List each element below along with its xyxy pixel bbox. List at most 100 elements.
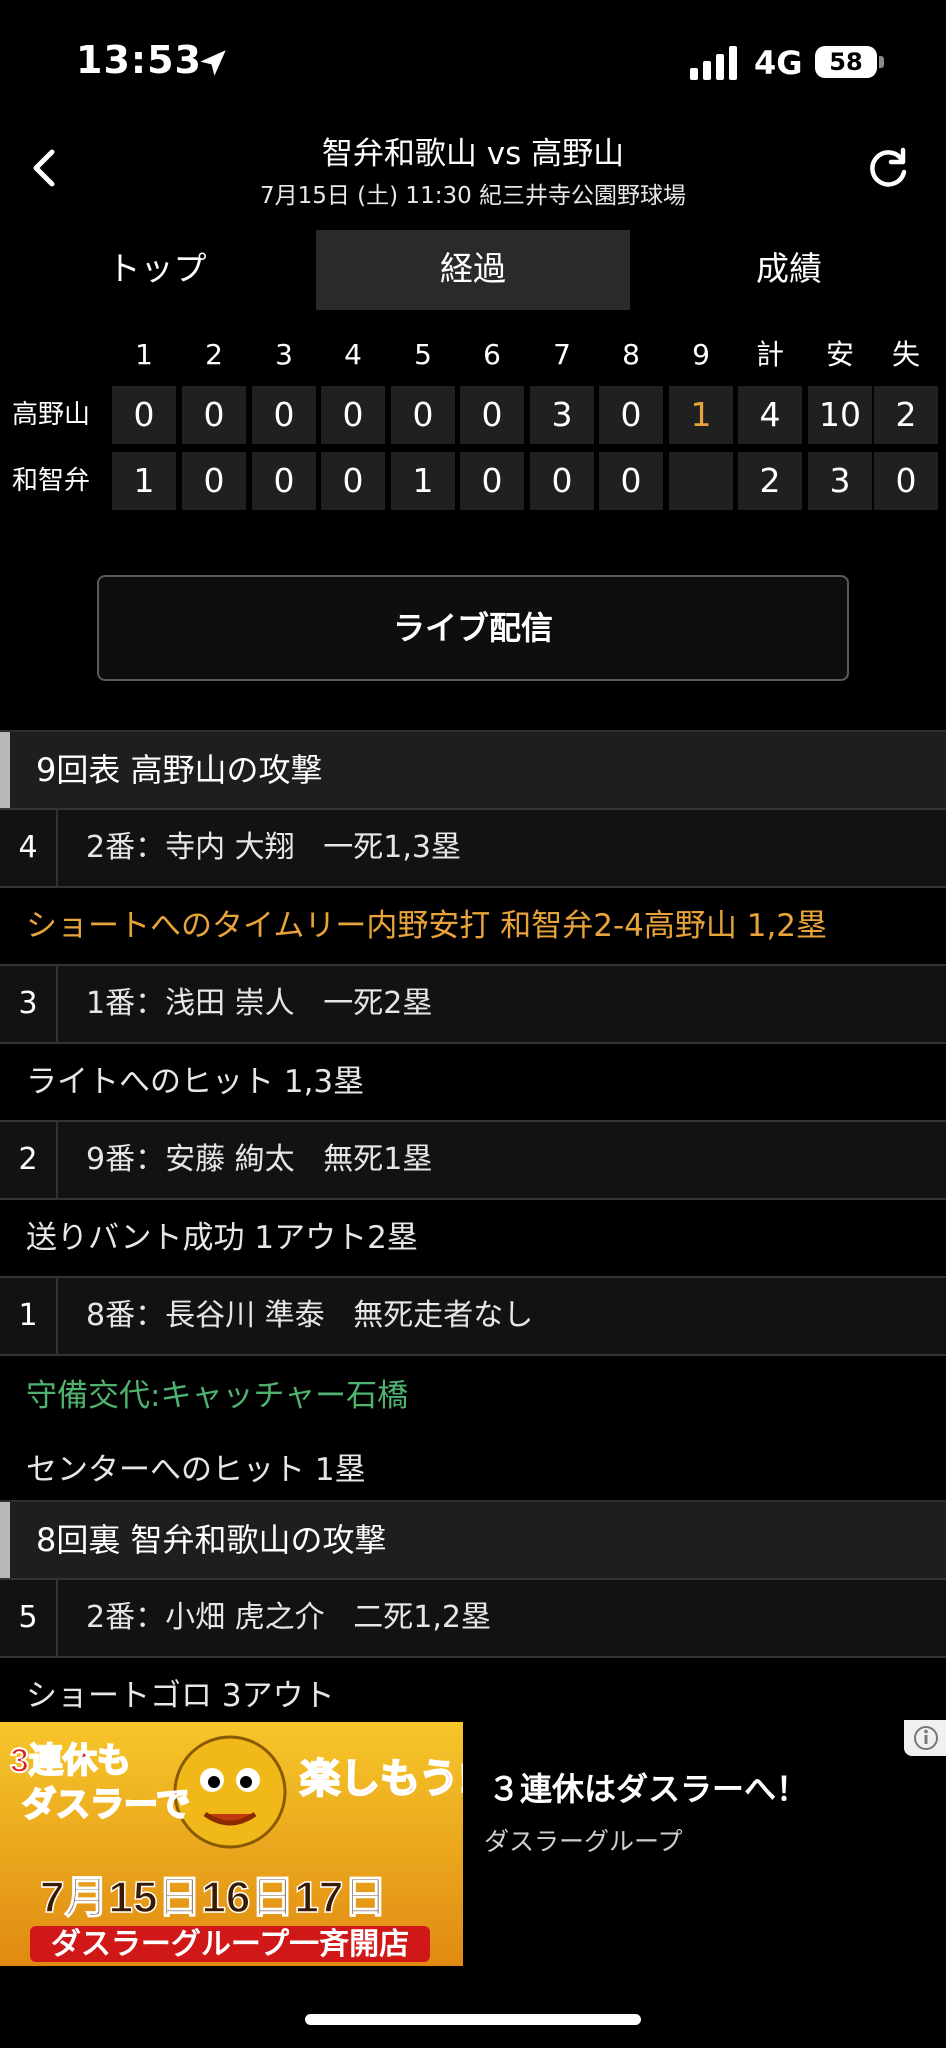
battery-tip [879, 56, 884, 68]
status-bar: 13:53 4G 58 [0, 0, 946, 120]
score-cell: 0 [321, 386, 385, 444]
play-event: ショートへのタイムリー内野安打 和智弁2-4高野山 1,2塁 [0, 886, 946, 964]
refresh-icon[interactable] [862, 142, 914, 194]
score-cell-total: 4 [738, 386, 802, 444]
play-event: ライトへのヒット 1,3塁 [0, 1042, 946, 1120]
score-cell: 3 [530, 386, 594, 444]
ad-banner-text-2: ダスラーで [22, 1786, 190, 1824]
inning-marker [0, 732, 10, 808]
page-subtitle: 7月15日 (土) 11:30 紀三井寺公園野球場 [259, 183, 687, 209]
batter-row[interactable]: 1 8番：長谷川 準泰 無死走者なし [0, 1276, 946, 1354]
score-cell-hits: 10 [808, 386, 872, 444]
score-cell: 0 [460, 452, 524, 510]
ad-banner[interactable]: 3連休も ダスラーで 楽しもう! 7月15日16日17日 ダスラーグループ一斉開… [0, 1720, 946, 1970]
batter-number: 4 [0, 810, 58, 886]
scoreboard: 1 2 3 4 5 6 7 8 9 計 安 失 高野山 0 0 0 0 0 0 … [0, 330, 946, 516]
batter-row[interactable]: 4 2番：寺内 大翔 一死1,3塁 [0, 808, 946, 886]
col-head-errors: 失 [891, 338, 920, 371]
batter-info: 2番：小畑 虎之介 二死1,2塁 [86, 1600, 491, 1635]
home-indicator[interactable] [305, 2014, 641, 2025]
batter-number: 2 [0, 1122, 58, 1198]
col-head: 7 [553, 338, 571, 371]
play-event: 送りバント成功 1アウト2塁 [0, 1198, 946, 1276]
play-event-text: ライトへのヒット 1,3塁 [26, 1064, 365, 1100]
scoreboard-row-koyasan: 高野山 0 0 0 0 0 0 3 0 1 4 10 2 [0, 382, 946, 450]
ad-sponsor: ダスラーグループ [484, 1827, 683, 1856]
ad-title[interactable]: ３連休はダスラーへ！ [488, 1764, 808, 1810]
inning-title: 8回裏 智弁和歌山の攻撃 [36, 1521, 387, 1559]
batter-info: 8番：長谷川 準泰 無死走者なし [86, 1298, 534, 1333]
batter-info: 2番：寺内 大翔 一死1,3塁 [86, 830, 461, 865]
score-cell: 1 [112, 452, 176, 510]
inning-header: 8回裏 智弁和歌山の攻撃 [0, 1500, 946, 1578]
score-cell-errors: 0 [874, 452, 938, 510]
play-by-play: 9回表 高野山の攻撃 4 2番：寺内 大翔 一死1,3塁 ショートへのタイムリー… [0, 730, 946, 1734]
ad-banner-text-1: 3連休も [10, 1742, 131, 1780]
team-name: 高野山 [12, 400, 91, 430]
live-stream-button[interactable]: ライブ配信 [97, 575, 849, 681]
score-cell-empty [669, 452, 733, 510]
substitution-text: 守備交代:キャッチャー石橋 [26, 1378, 409, 1414]
score-cell: 0 [182, 386, 246, 444]
play-event-text: 送りバント成功 1アウト2塁 [26, 1220, 418, 1256]
tab-stats[interactable]: 成績 [632, 230, 946, 310]
inning-marker [0, 1502, 10, 1578]
tab-bar: トップ 経過 成績 [0, 230, 946, 310]
batter-info: 1番：浅田 崇人 一死2塁 [86, 986, 433, 1021]
score-cell: 0 [460, 386, 524, 444]
play-event-text: ショートへのタイムリー内野安打 和智弁2-4高野山 1,2塁 [26, 908, 828, 944]
batter-number: 3 [0, 966, 58, 1042]
inning-header: 9回表 高野山の攻撃 [0, 730, 946, 808]
score-cell-total: 2 [738, 452, 802, 510]
score-cell-errors: 2 [874, 386, 938, 444]
col-head-hits: 安 [825, 338, 854, 371]
ad-image[interactable]: 3連休も ダスラーで 楽しもう! 7月15日16日17日 ダスラーグループ一斉開… [0, 1722, 463, 1966]
location-arrow-icon [200, 50, 226, 76]
score-cell: 0 [599, 452, 663, 510]
batter-number: 5 [0, 1580, 58, 1656]
score-cell: 0 [252, 452, 316, 510]
col-head: 2 [205, 338, 223, 371]
play-event: 守備交代:キャッチャー石橋 センターへのヒット 1塁 [0, 1354, 946, 1500]
batter-row[interactable]: 3 1番：浅田 崇人 一死2塁 [0, 964, 946, 1042]
score-cell: 0 [112, 386, 176, 444]
battery-icon: 58 [815, 46, 877, 78]
score-cell-hits: 3 [808, 452, 872, 510]
batter-row[interactable]: 2 9番：安藤 絢太 無死1塁 [0, 1120, 946, 1198]
score-cell: 0 [321, 452, 385, 510]
ad-banner-footer: ダスラーグループ一斉開店 [51, 1927, 409, 1961]
score-cell: 0 [391, 386, 455, 444]
score-cell: 1 [391, 452, 455, 510]
tab-top[interactable]: トップ [0, 230, 314, 310]
col-head: 6 [483, 338, 501, 371]
ad-banner-dates: 7月15日16日17日 [40, 1873, 387, 1922]
ad-banner-text-3: 楽しもう! [300, 1757, 463, 1801]
score-cell: 0 [599, 386, 663, 444]
batter-info: 9番：安藤 絢太 無死1塁 [86, 1142, 433, 1177]
score-cell: 0 [252, 386, 316, 444]
play-event-text: センターへのヒット 1塁 [26, 1452, 366, 1488]
col-head: 9 [692, 338, 710, 371]
batter-row[interactable]: 5 2番：小畑 虎之介 二死1,2塁 [0, 1578, 946, 1656]
col-head: 4 [344, 338, 362, 371]
scoreboard-row-wachiben: 和智弁 1 0 0 0 1 0 0 0 2 3 0 [0, 448, 946, 516]
team-name: 和智弁 [12, 466, 91, 496]
scoreboard-header-row: 1 2 3 4 5 6 7 8 9 計 安 失 [0, 330, 946, 380]
tab-progress[interactable]: 経過 [316, 230, 630, 310]
score-cell: 0 [530, 452, 594, 510]
inning-title: 9回表 高野山の攻撃 [36, 751, 323, 789]
col-head: 8 [622, 338, 640, 371]
col-head: 5 [414, 338, 432, 371]
score-cell: 0 [182, 452, 246, 510]
page-title: 智弁和歌山 vs 高野山 [321, 136, 625, 172]
score-cell-current-inning: 1 [669, 386, 733, 444]
col-head: 1 [135, 338, 153, 371]
col-head: 3 [275, 338, 293, 371]
ad-info-icon[interactable] [904, 1720, 946, 1756]
network-label: 4G [754, 44, 803, 82]
batter-number: 1 [0, 1278, 58, 1354]
col-head-total: 計 [755, 338, 784, 371]
header: 智弁和歌山 vs 高野山 7月15日 (土) 11:30 紀三井寺公園野球場 [0, 120, 946, 222]
status-time: 13:53 [76, 38, 202, 82]
signal-icon [690, 46, 737, 80]
